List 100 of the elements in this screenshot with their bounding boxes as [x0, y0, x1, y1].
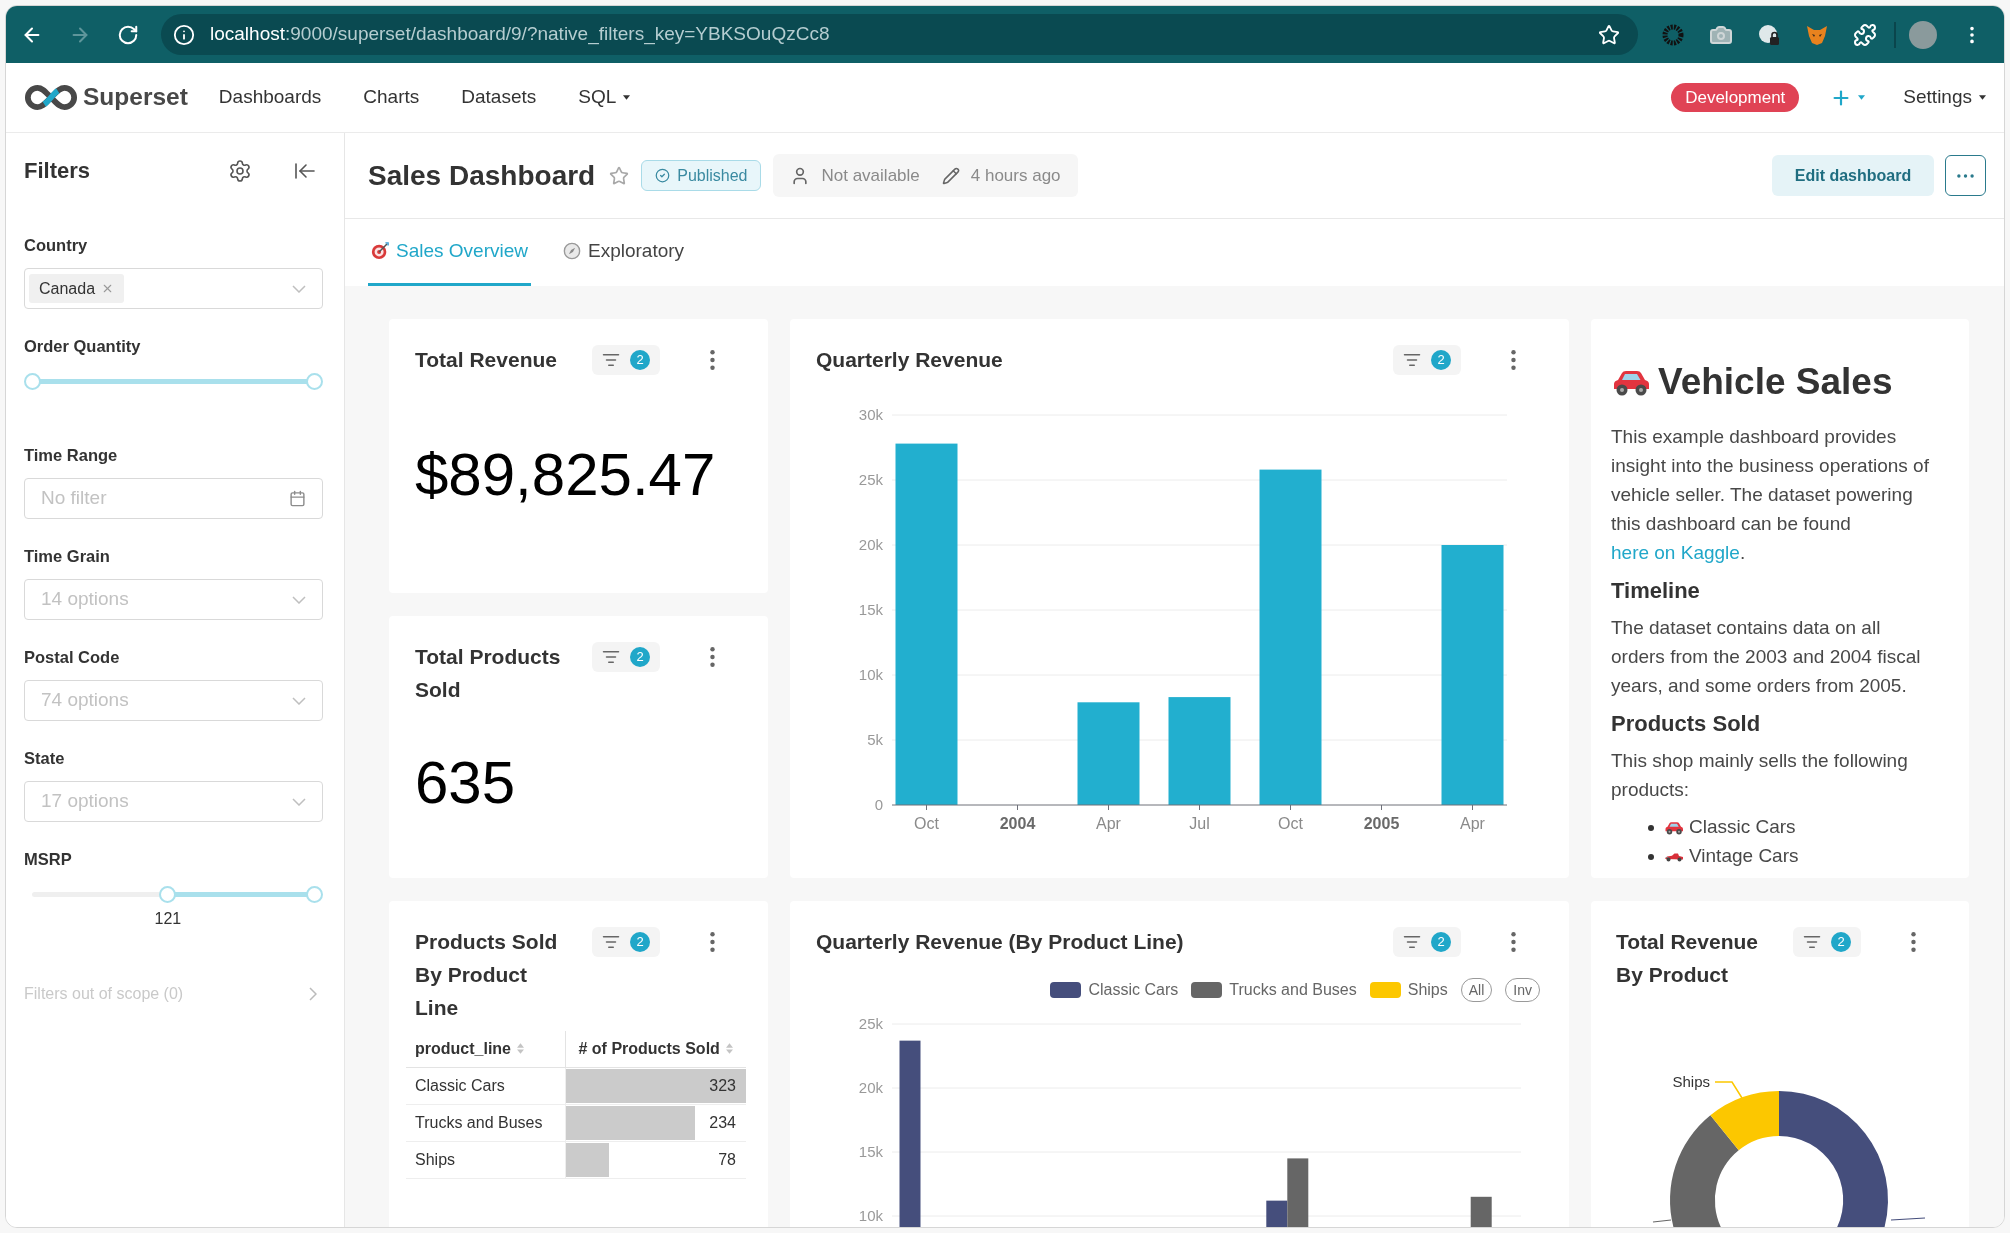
list-item-text: Classic Cars [1689, 815, 1796, 840]
filter-settings-button[interactable] [228, 159, 252, 183]
section-heading: Products Sold [1611, 710, 1762, 738]
slider-thumb[interactable] [306, 886, 323, 903]
ring-icon[interactable] [1661, 22, 1685, 47]
compass-icon [563, 242, 581, 260]
y-axis-label: 20k [858, 1079, 883, 1096]
bullet-icon [1648, 824, 1654, 831]
legend-item[interactable]: Ships [1369, 978, 1448, 1002]
y-axis-label: 15k [858, 601, 883, 618]
legend-item[interactable]: Classic Cars [1050, 978, 1179, 1002]
nav-menu-item[interactable]: Dashboards [197, 77, 343, 118]
calendar-icon [289, 490, 306, 507]
leader-line [1714, 1081, 1743, 1099]
range-slider[interactable] [24, 373, 323, 390]
avatar-icon[interactable] [1909, 20, 1937, 49]
column-header[interactable]: product_line [406, 1031, 565, 1067]
chart-title: Total Revenue [415, 347, 557, 373]
cell-value: 78 [717, 1149, 737, 1170]
bullet-icon [1648, 853, 1654, 860]
logo-icon[interactable] [24, 84, 78, 111]
filter-count: 2 [630, 931, 650, 952]
dart-target-icon [371, 242, 389, 260]
address-bar[interactable]: localhost:9000/superset/dashboard/9/?native_filters_key=YBKSOuQzCc8 [161, 14, 1638, 55]
info-icon [173, 23, 195, 46]
sort-icon [725, 1043, 733, 1055]
kpi-value: 635 [415, 753, 517, 813]
filter-count: 2 [1431, 349, 1451, 370]
status-label: Published [677, 165, 748, 186]
filter-label: Time Range [24, 445, 119, 466]
column-title: # of Products Sold [578, 1038, 720, 1059]
filter-label: MSRP [24, 849, 73, 870]
kebab-menu-icon [1910, 932, 1916, 952]
filter-count: 2 [630, 349, 650, 370]
x-axis-label: Jul [1189, 815, 1210, 832]
reload-icon [117, 23, 139, 46]
x-axis-label: Apr [1096, 815, 1121, 832]
section-heading: Timeline [1611, 577, 1701, 605]
bookmark-star-icon[interactable] [1598, 23, 1620, 46]
series-bar [1470, 1196, 1492, 1227]
slider-thumb[interactable] [306, 373, 323, 390]
x-axis-label: Oct [1278, 815, 1303, 832]
more-actions-button[interactable] [1945, 155, 1986, 196]
dashboard-tab[interactable]: Exploratory [560, 219, 688, 286]
kebab-menu-icon [709, 932, 715, 952]
y-axis-label: 15k [858, 1143, 883, 1160]
slider-thumb[interactable] [24, 373, 41, 390]
sidebar-title: Filters [24, 157, 91, 185]
y-axis-label: 25k [858, 1015, 883, 1032]
kebab-menu-icon [1510, 350, 1516, 370]
brand-name: Superset [83, 82, 188, 113]
puzzle-icon[interactable] [1853, 22, 1877, 47]
nav-menu-item[interactable]: Charts [342, 77, 441, 118]
column-header[interactable]: # of Products Sold [565, 1031, 746, 1067]
chart-title: Quarterly Revenue [816, 347, 1003, 373]
favorite-star-icon[interactable] [609, 165, 630, 186]
lock-icon[interactable] [1757, 22, 1781, 47]
settings-menu-button[interactable]: Settings [1903, 83, 1986, 112]
slice-label: Ships [1672, 1073, 1710, 1090]
chevron-right-icon [309, 987, 317, 1001]
environment-badge: Development [1671, 83, 1800, 112]
filter-count: 2 [630, 646, 650, 667]
y-axis-label: 10k [858, 1207, 883, 1224]
car-icon [1611, 368, 1651, 396]
legend-item[interactable]: Trucks and Buses [1191, 978, 1357, 1002]
y-axis-label: 5k [867, 731, 883, 748]
dataset-link[interactable]: here on Kaggle [1611, 542, 1740, 563]
table-cell: Trucks and Buses [406, 1104, 565, 1141]
leader-line [1890, 1217, 1926, 1221]
more-horizontal-icon [1957, 173, 1974, 178]
chevron-down-icon [292, 284, 306, 293]
race-car-icon [1664, 851, 1684, 862]
slider-value: 121 [154, 909, 182, 929]
markdown-heading: Vehicle Sales [1658, 360, 1893, 404]
slider-thumb[interactable] [159, 886, 177, 903]
modified-text: 4 hours ago [970, 164, 1061, 187]
section-text: The dataset contains data on all orders from the 2003 and 2004 fiscal years, and some orders from 2005. [1611, 616, 1922, 698]
kebab-menu-icon [709, 350, 715, 370]
column-title: product_line [415, 1038, 511, 1059]
sort-icon [517, 1043, 524, 1055]
leader-line [1652, 1219, 1672, 1223]
chart-title: Total Products Sold [415, 644, 562, 703]
chart-title: Products Sold By Product Line [415, 929, 559, 1021]
select-field[interactable]: Canada [24, 268, 323, 309]
edit-dashboard-button[interactable]: Edit dashboard [1772, 155, 1934, 196]
y-axis-label: 10k [858, 666, 883, 683]
dashboard-title: Sales Dashboard [368, 158, 596, 193]
filter-label: Postal Code [24, 647, 121, 668]
chart-title: Total Revenue By Product [1616, 929, 1759, 988]
nav-menu-item[interactable]: Datasets [440, 77, 558, 118]
cell-value: 234 [708, 1112, 737, 1133]
markdown-paragraph: This example dashboard provides insight into the business operations of vehicle seller. The dataset powering this dashboard can be found here on Kaggle. [1611, 425, 1930, 565]
reload-button[interactable] [117, 23, 139, 46]
filter-count: 2 [1831, 931, 1851, 952]
x-axis-label: 2004 [999, 815, 1036, 832]
table-cell: Ships [406, 1141, 565, 1178]
x-axis-label: 2005 [1363, 815, 1400, 832]
owner-text: Not available [821, 164, 920, 187]
url-text: localhost:9000/superset/dashboard/9/?native_filters_key=YBKSOuQzCc8 [210, 22, 830, 47]
nav-menu-item[interactable]: SQL [557, 77, 652, 118]
